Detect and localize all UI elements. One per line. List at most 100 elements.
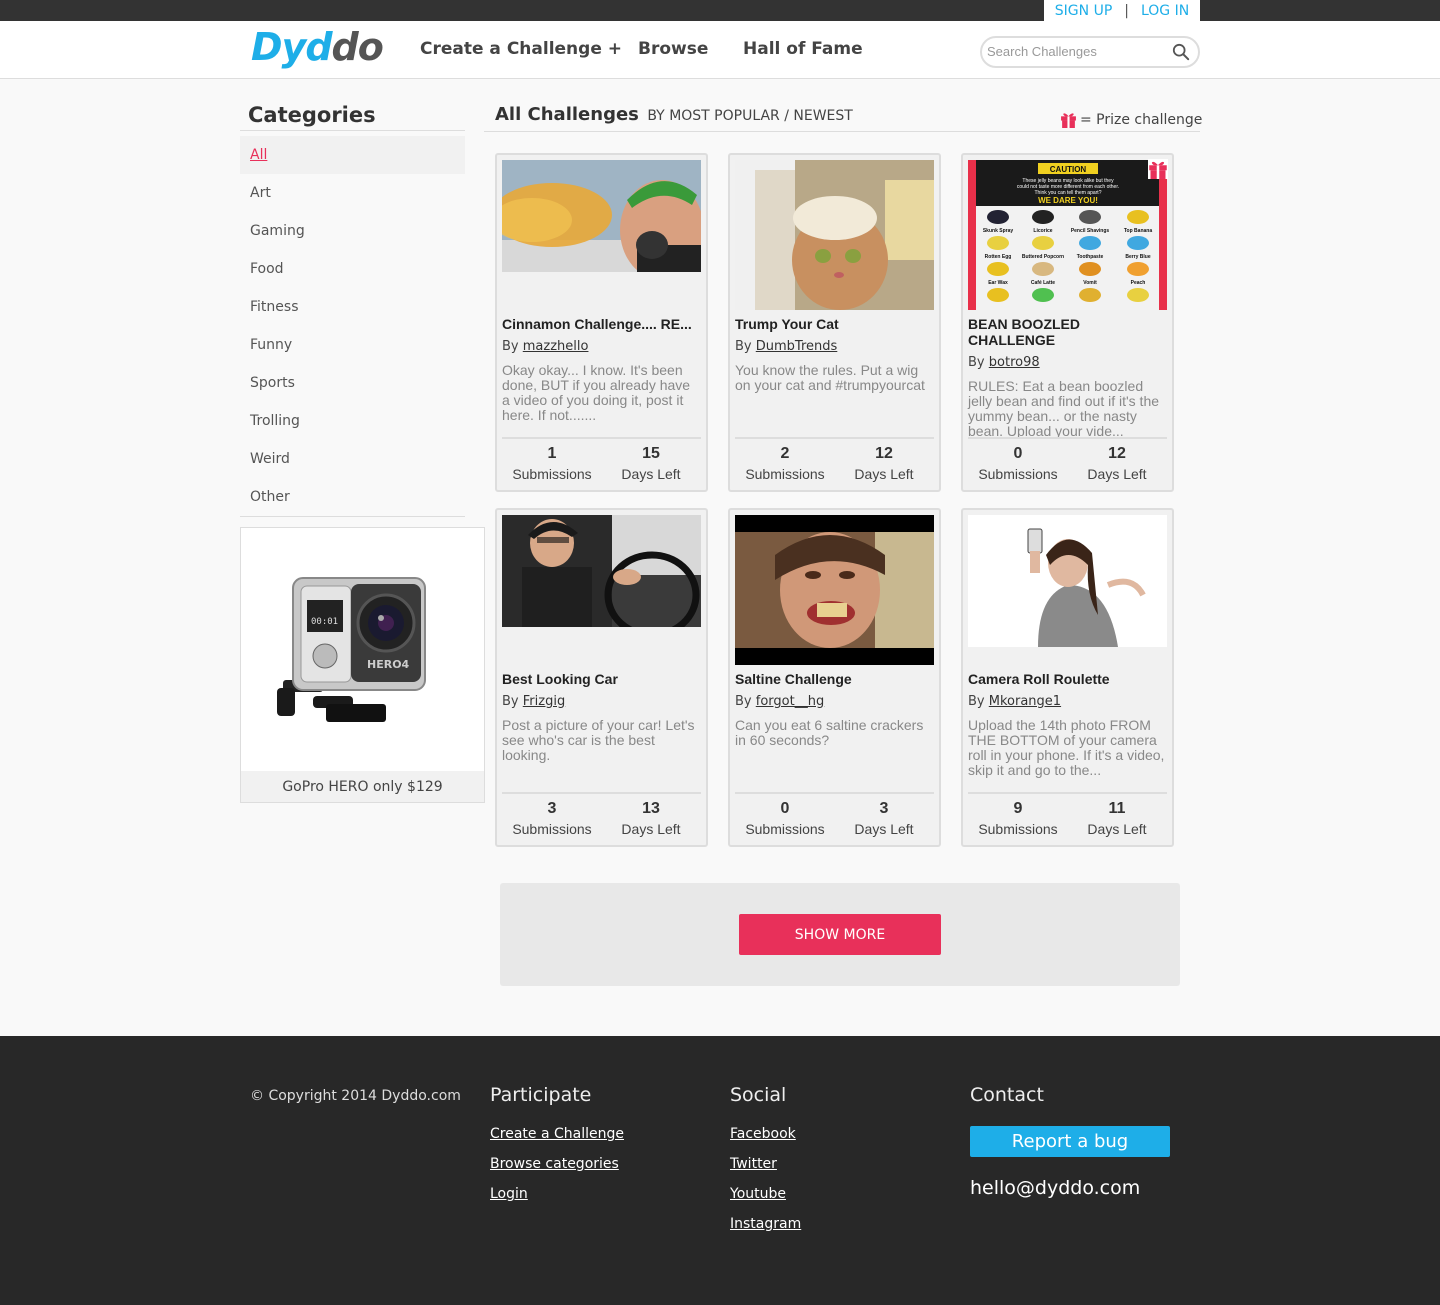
days-left-stat: 3 Days Left: [834, 799, 934, 839]
gopro-camera-image: 00:01 HERO4: [241, 528, 484, 771]
submissions-stat: 1 Submissions: [502, 444, 602, 484]
challenge-card[interactable]: CAUTION These jelly beans may look alike…: [961, 153, 1174, 492]
challenge-description: Post a picture of your car! Let's see wh…: [502, 717, 695, 763]
challenge-title[interactable]: Trump Your Cat: [735, 316, 935, 332]
challenge-author[interactable]: forgot__hg: [756, 694, 824, 709]
nav-browse[interactable]: Browse: [638, 39, 708, 59]
challenge-description: Okay okay... I know. It's been done, BUT…: [502, 362, 691, 423]
challenge-author[interactable]: Mkorange1: [989, 694, 1061, 709]
sort-most-popular[interactable]: MOST POPULAR: [669, 108, 780, 124]
by-label: By: [968, 355, 985, 370]
search-icon[interactable]: [1172, 43, 1190, 61]
challenge-description: You know the rules. Put a wig on your ca…: [735, 362, 925, 393]
show-more-button[interactable]: SHOW MORE: [739, 914, 941, 955]
submissions-stat: 3 Submissions: [502, 799, 602, 839]
challenge-description: RULES: Eat a bean boozled jelly bean and…: [968, 378, 1160, 439]
footer-link-twitter[interactable]: Twitter: [730, 1156, 801, 1186]
categories-divider: [240, 130, 465, 131]
footer-link-login[interactable]: Login: [490, 1186, 624, 1216]
footer-link-create-challenge[interactable]: Create a Challenge: [490, 1126, 624, 1156]
auth-links: SIGN UP | LOG IN: [1044, 0, 1200, 21]
days-left-label: Days Left: [854, 821, 914, 837]
submissions-count: 9: [1013, 800, 1023, 817]
submissions-label: Submissions: [978, 821, 1058, 837]
challenge-title[interactable]: Camera Roll Roulette: [968, 671, 1168, 687]
challenge-card[interactable]: Cinnamon Challenge.... RE... By mazzhell…: [495, 153, 708, 492]
card-divider: [502, 792, 701, 794]
footer-contact: Contact Report a bug hello@dyddo.com: [970, 1084, 1170, 1199]
days-left-count: 3: [879, 800, 889, 817]
challenge-description: Can you eat 6 saltine crackers in 60 sec…: [735, 717, 924, 748]
gift-icon: [1061, 113, 1076, 128]
footer-link-youtube[interactable]: Youtube: [730, 1186, 801, 1216]
gopro-ad[interactable]: 00:01 HERO4 GoPro HERO only $129: [240, 527, 485, 803]
submissions-count: 0: [780, 800, 790, 817]
days-left-count: 15: [642, 445, 660, 462]
search-input[interactable]: [987, 44, 1167, 59]
copyright: © Copyright 2014 Dyddo.com: [250, 1088, 461, 1104]
card-divider: [735, 792, 934, 794]
challenge-title[interactable]: Best Looking Car: [502, 671, 702, 687]
footer-link-browse-categories[interactable]: Browse categories: [490, 1156, 624, 1186]
category-fitness[interactable]: Fitness: [240, 288, 465, 326]
challenge-title[interactable]: Cinnamon Challenge.... RE...: [502, 316, 702, 332]
card-divider: [735, 437, 934, 439]
challenges-divider: [484, 131, 1200, 132]
flavor-label: Top Banana: [1124, 228, 1152, 234]
report-bug-button[interactable]: Report a bug: [970, 1126, 1170, 1157]
contact-email[interactable]: hello@dyddo.com: [970, 1177, 1170, 1199]
category-list: All Art Gaming Food Fitness Funny Sports…: [240, 136, 465, 516]
challenge-author[interactable]: botro98: [989, 355, 1040, 370]
dyddo-logo[interactable]: Dyddo: [251, 25, 384, 69]
submissions-stat: 2 Submissions: [735, 444, 835, 484]
log-in-link[interactable]: LOG IN: [1141, 3, 1189, 19]
category-art[interactable]: Art: [240, 174, 465, 212]
submissions-label: Submissions: [512, 821, 592, 837]
category-food[interactable]: Food: [240, 250, 465, 288]
footer-link-instagram[interactable]: Instagram: [730, 1216, 801, 1246]
sort-separator: /: [784, 108, 789, 124]
challenge-card[interactable]: Camera Roll Roulette By Mkorange1 Upload…: [961, 508, 1174, 847]
prize-badge: [1148, 159, 1168, 179]
days-left-stat: 11 Days Left: [1067, 799, 1167, 839]
gift-icon: [1149, 161, 1167, 179]
category-other[interactable]: Other: [240, 478, 465, 516]
ad-label: GoPro HERO only $129: [241, 771, 484, 802]
challenge-author-line: By botro98: [968, 355, 1040, 370]
footer-link-facebook[interactable]: Facebook: [730, 1126, 801, 1156]
challenge-card[interactable]: Trump Your Cat By DumbTrends You know th…: [728, 153, 941, 492]
challenge-author[interactable]: mazzhello: [523, 339, 589, 354]
nav-hall-of-fame[interactable]: Hall of Fame: [743, 39, 863, 59]
days-left-stat: 12 Days Left: [834, 444, 934, 484]
flavor-label: Peach: [1131, 280, 1146, 286]
challenge-author-line: By Frizgig: [502, 694, 565, 709]
sort-newest[interactable]: NEWEST: [793, 108, 852, 124]
prize-legend-text: = Prize challenge: [1080, 111, 1203, 128]
challenge-author[interactable]: DumbTrends: [756, 339, 838, 354]
challenge-title[interactable]: BEAN BOOZLED CHALLENGE: [968, 316, 1108, 348]
challenge-author-line: By DumbTrends: [735, 339, 837, 354]
days-left-label: Days Left: [621, 821, 681, 837]
top-bar: SIGN UP | LOG IN: [0, 0, 1440, 21]
category-sports[interactable]: Sports: [240, 364, 465, 402]
submissions-count: 1: [547, 445, 557, 462]
days-left-stat: 15 Days Left: [601, 444, 701, 484]
challenge-title[interactable]: Saltine Challenge: [735, 671, 935, 687]
days-left-count: 12: [875, 445, 893, 462]
by-label: By: [735, 339, 752, 354]
logo-part-1: Dyd: [251, 25, 333, 69]
nav-create-challenge[interactable]: Create a Challenge +: [420, 39, 622, 59]
category-trolling[interactable]: Trolling: [240, 402, 465, 440]
by-label: By: [502, 339, 519, 354]
category-all[interactable]: All: [240, 136, 465, 174]
category-funny[interactable]: Funny: [240, 326, 465, 364]
category-weird[interactable]: Weird: [240, 440, 465, 478]
challenge-card[interactable]: Saltine Challenge By forgot__hg Can you …: [728, 508, 941, 847]
logo-part-2: do: [331, 25, 384, 69]
category-gaming[interactable]: Gaming: [240, 212, 465, 250]
site-footer: © Copyright 2014 Dyddo.com Participate C…: [0, 1036, 1440, 1305]
challenge-card[interactable]: Best Looking Car By Frizgig Post a pictu…: [495, 508, 708, 847]
sign-up-link[interactable]: SIGN UP: [1055, 3, 1112, 19]
challenge-author-line: By Mkorange1: [968, 694, 1061, 709]
challenge-author[interactable]: Frizgig: [523, 694, 565, 709]
